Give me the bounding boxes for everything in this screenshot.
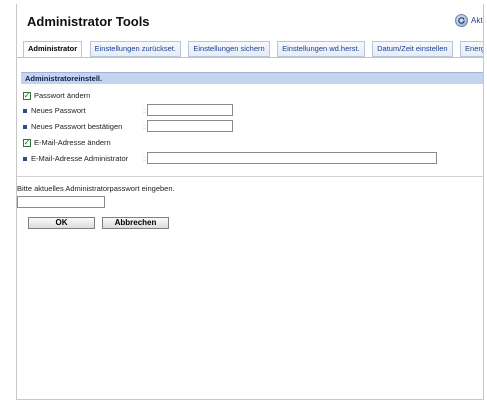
confirm-password-label: Neues Passwort bestätigen [31, 122, 123, 131]
tab-date-time[interactable]: Datum/Zeit einstellen [372, 41, 453, 57]
refresh-button[interactable]: Aktu [455, 14, 483, 27]
tab-bar: Administrator Einstellungen zurückset. E… [23, 41, 483, 58]
tab-reset-settings[interactable]: Einstellungen zurückset. [89, 41, 181, 57]
section-header: Administratoreinstell. [21, 72, 483, 84]
new-password-label: Neues Passwort [31, 106, 86, 115]
section-divider [17, 176, 483, 177]
current-admin-password-input[interactable] [17, 196, 105, 208]
change-email-row: ✓ E-Mail-Adresse ändern [23, 138, 111, 147]
change-email-label: E-Mail-Adresse ändern [34, 138, 111, 147]
ok-button[interactable]: OK [28, 217, 95, 229]
bullet-icon [23, 108, 27, 113]
refresh-icon [455, 14, 468, 27]
change-password-label: Passwort ändern [34, 91, 91, 100]
confirm-password-input[interactable] [147, 120, 233, 132]
admin-password-prompt: Bitte aktuelles Administratorpasswort ei… [17, 184, 175, 193]
admin-email-row: E-Mail-Adresse Administrator [23, 154, 128, 163]
new-password-input[interactable] [147, 104, 233, 116]
admin-tools-panel: Administrator Tools Aktu Administrator E… [16, 4, 484, 400]
tab-divider [17, 57, 483, 58]
admin-email-input[interactable] [147, 152, 437, 164]
colon-separator: : [143, 122, 146, 131]
confirm-password-row: Neues Passwort bestätigen [23, 122, 122, 131]
change-password-row: ✓ Passwort ändern [23, 91, 90, 100]
change-password-checkbox[interactable]: ✓ [23, 91, 31, 100]
refresh-label: Aktu [471, 16, 483, 25]
tab-energy-saver[interactable]: Energiesparm [460, 41, 483, 57]
colon-separator: : [143, 106, 146, 115]
admin-email-label: E-Mail-Adresse Administrator [31, 154, 129, 163]
tab-administrator[interactable]: Administrator [23, 41, 83, 58]
change-email-checkbox[interactable]: ✓ [23, 138, 31, 147]
tab-restore-settings[interactable]: Einstellungen wd.herst. [277, 41, 365, 57]
tab-backup-settings[interactable]: Einstellungen sichern [188, 41, 270, 57]
bullet-icon [23, 124, 27, 129]
page-title: Administrator Tools [27, 14, 150, 29]
bullet-icon [23, 156, 27, 161]
new-password-row: Neues Passwort [23, 106, 86, 115]
colon-separator: : [143, 154, 146, 163]
cancel-button[interactable]: Abbrechen [102, 217, 169, 229]
